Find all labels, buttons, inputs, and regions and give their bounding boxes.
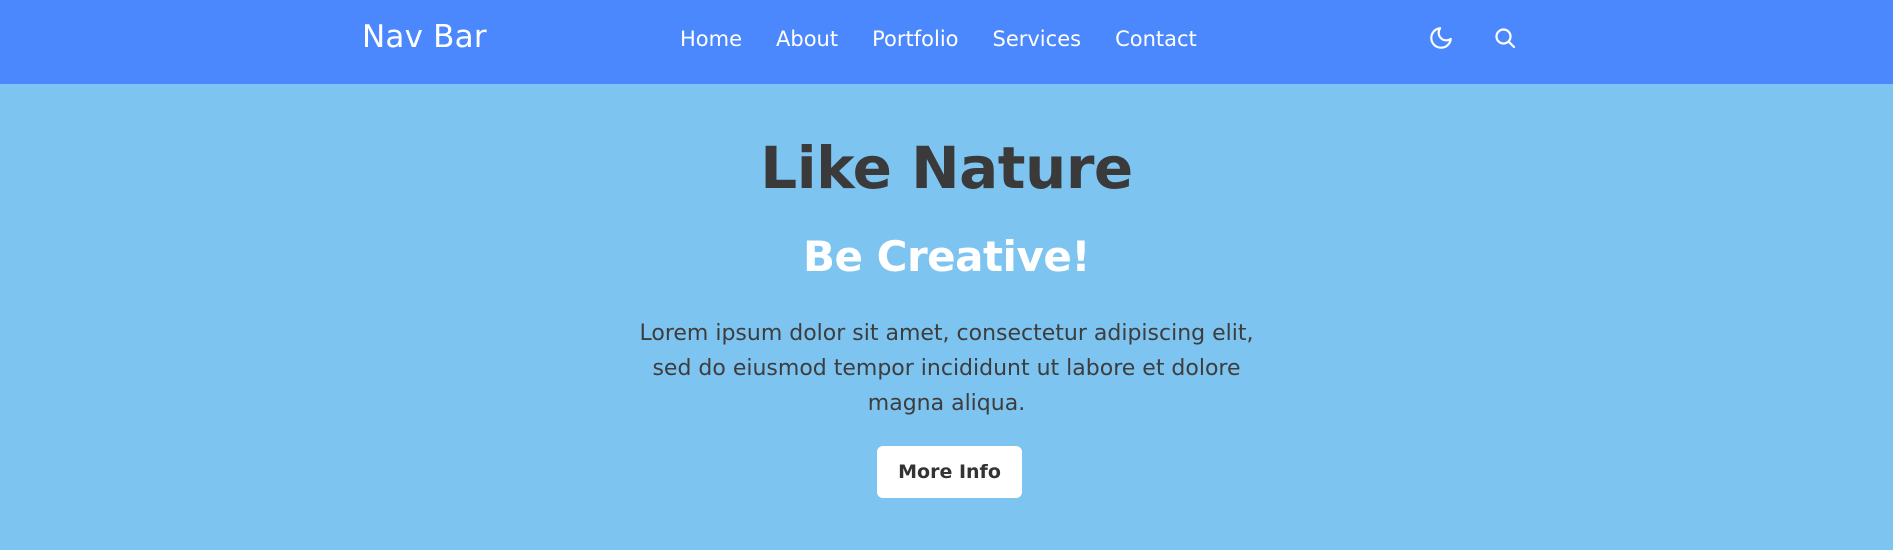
search-icon [1495,28,1516,49]
more-info-button[interactable]: More Info [877,446,1022,498]
nav-links: Home About Portfolio Services Contact [680,27,1231,51]
navbar: Nav Bar Home About Portfolio Services Co… [0,0,1893,84]
nav-link-home[interactable]: Home [680,27,742,51]
dark-mode-toggle[interactable] [1428,25,1454,51]
moon-icon [1430,27,1452,49]
hero-description: Lorem ipsum dolor sit amet, consectetur … [639,321,1254,416]
search-button[interactable] [1492,25,1518,51]
hero-subtitle: Be Creative! [803,232,1090,281]
nav-link-contact[interactable]: Contact [1115,27,1197,51]
hero-title: Like Nature [760,134,1133,202]
nav-link-about[interactable]: About [776,27,838,51]
nav-link-portfolio[interactable]: Portfolio [872,27,958,51]
hero-section: Like Nature Be Creative! Lorem ipsum dol… [0,84,1893,550]
brand-logo[interactable]: Nav Bar [362,19,487,55]
nav-link-services[interactable]: Services [993,27,1082,51]
nav-icons [1428,25,1518,51]
